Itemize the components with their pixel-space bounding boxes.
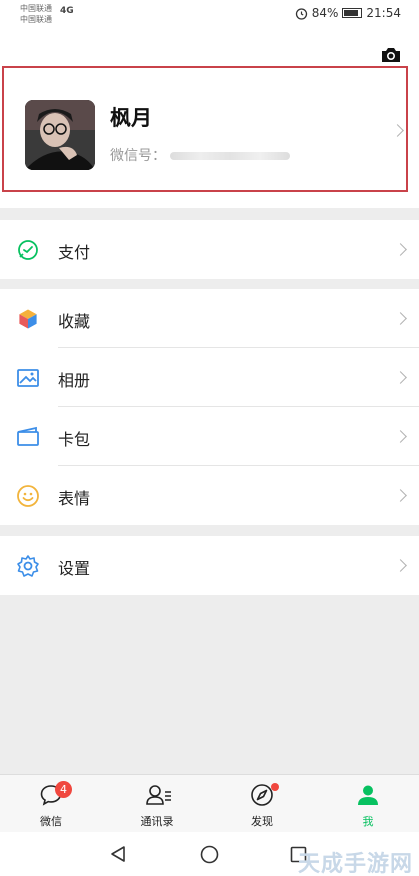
wechat-id-redacted <box>170 152 290 160</box>
avatar-image <box>25 100 95 170</box>
signal-icon: 4G <box>60 6 74 16</box>
profile-header: 枫月 微信号： <box>0 30 419 208</box>
tab-label: 微信 <box>40 815 62 828</box>
menu-item-favorites[interactable]: 收藏 <box>0 289 419 348</box>
nickname: 枫月 <box>110 106 152 130</box>
chevron-right-icon <box>394 312 407 325</box>
profile-card[interactable]: 枫月 微信号： <box>2 66 408 192</box>
carrier-info: 中国联通 中国联通 <box>20 3 52 25</box>
menu-item-album[interactable]: 相册 <box>0 348 419 407</box>
tab-discover[interactable]: 发现 <box>227 775 297 833</box>
tab-me[interactable]: 我 <box>333 775 403 833</box>
tab-label: 我 <box>362 815 374 828</box>
chevron-right-icon <box>394 489 407 502</box>
album-icon <box>17 369 39 387</box>
carrier-1: 中国联通 <box>20 4 52 13</box>
contacts-icon <box>146 785 171 805</box>
home-circle-icon[interactable] <box>200 845 219 864</box>
bottom-tab-bar: 4 微信 通讯录 发现 我 <box>0 774 419 832</box>
tab-label: 发现 <box>251 815 273 828</box>
battery-percent: 84% <box>311 6 339 20</box>
tab-chats[interactable]: 4 微信 <box>16 775 86 833</box>
tab-contacts[interactable]: 通讯录 <box>122 775 192 833</box>
camera-icon[interactable] <box>380 46 402 64</box>
network-type: 4G <box>60 6 74 16</box>
carrier-2: 中国联通 <box>20 15 52 24</box>
notification-dot <box>271 783 279 791</box>
menu-item-pay[interactable]: 支付 <box>0 220 419 279</box>
clock: 21:54 <box>366 6 401 20</box>
favorites-cube-icon <box>18 308 38 330</box>
menu-item-label: 相册 <box>58 371 91 390</box>
wechat-id: 微信号： <box>110 145 290 165</box>
card-wallet-icon <box>17 426 39 446</box>
chevron-right-icon <box>391 124 404 137</box>
avatar[interactable] <box>25 100 95 170</box>
back-triangle-icon[interactable] <box>109 845 127 863</box>
pay-group: 支付 <box>0 220 419 279</box>
menu-item-label: 支付 <box>58 243 91 262</box>
content-group: 收藏 相册 卡包 表情 <box>0 289 419 525</box>
menu-item-label: 卡包 <box>58 430 91 449</box>
menu-item-label: 设置 <box>58 559 91 578</box>
chevron-right-icon <box>394 371 407 384</box>
pay-icon <box>18 240 38 260</box>
chevron-right-icon <box>394 430 407 443</box>
battery-icon <box>342 8 363 18</box>
status-right: 84% 21:54 <box>295 6 401 20</box>
chevron-right-icon <box>394 243 407 256</box>
menu-item-label: 表情 <box>58 489 91 508</box>
menu-item-label: 收藏 <box>58 312 91 331</box>
chevron-right-icon <box>394 559 407 572</box>
settings-group: 设置 <box>0 536 419 595</box>
wechat-id-label: 微信号： <box>110 148 166 164</box>
alarm-icon <box>295 7 307 20</box>
menu-item-cards[interactable]: 卡包 <box>0 407 419 466</box>
menu-item-stickers[interactable]: 表情 <box>0 466 419 525</box>
gear-icon <box>17 555 39 577</box>
watermark: 天成手游网 <box>297 852 413 876</box>
smiley-icon <box>17 485 39 507</box>
tab-label: 通讯录 <box>140 815 174 828</box>
person-icon <box>358 785 378 805</box>
menu-item-settings[interactable]: 设置 <box>0 536 419 595</box>
status-bar: 中国联通 中国联通 4G 84% 21:54 <box>0 0 419 30</box>
unread-badge: 4 <box>55 781 72 798</box>
